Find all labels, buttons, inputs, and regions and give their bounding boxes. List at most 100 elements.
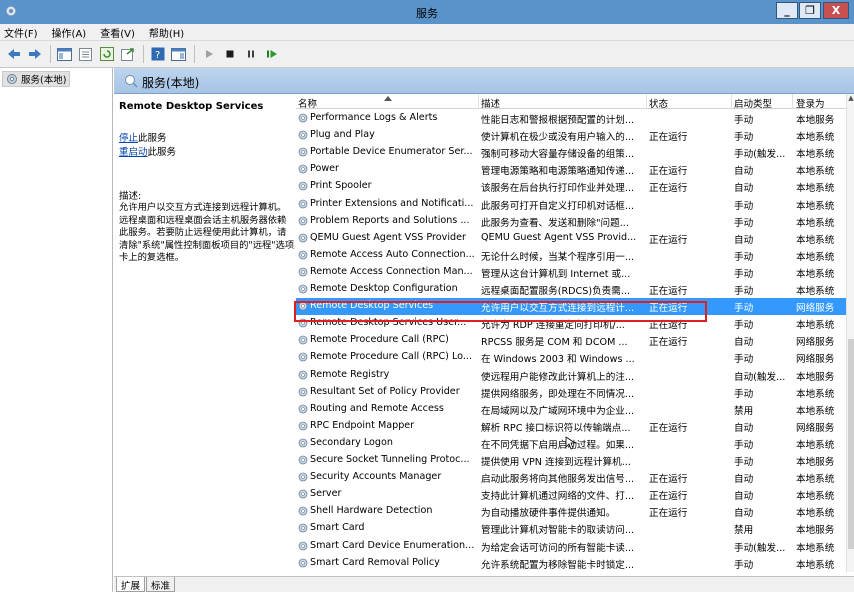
table-row[interactable]: Remote Procedure Call (RPC) Lo... 在 Windo…	[296, 349, 846, 366]
minimize-icon: _	[784, 4, 790, 17]
table-row[interactable]: Power 管理电源策略和电源策略通知传递... 正在运行 自动 本地系统	[296, 161, 846, 178]
cell-startup-type: 手动	[734, 251, 754, 263]
table-row[interactable]: QEMU Guest Agent VSS Provider QEMU Guest …	[296, 230, 846, 247]
cell-name: Problem Reports and Solutions ...	[310, 214, 470, 226]
help-button[interactable]: ?	[148, 45, 167, 64]
tab-extended[interactable]: 扩展	[116, 577, 146, 592]
back-arrow-icon	[7, 49, 20, 59]
gear-icon	[7, 74, 17, 84]
column-divider[interactable]	[646, 94, 647, 109]
table-row[interactable]: Print Spooler 该服务在后台执行打印作业并处理... 正在运行 自动 本地系…	[296, 178, 846, 195]
restart-service-button[interactable]	[262, 45, 281, 64]
cell-log-on-as: 本地系统	[796, 559, 835, 571]
restart-service-link[interactable]: 重启动	[119, 147, 148, 158]
table-row[interactable]: Smart Card 管理此计算机对智能卡的取读访问... 禁用 本地服务	[296, 520, 846, 537]
refresh-button[interactable]	[97, 45, 116, 64]
service-gear-icon	[298, 335, 308, 345]
cell-startup-type: 手动	[734, 268, 754, 280]
main-header: 服务(本地)	[114, 68, 854, 94]
forward-button[interactable]	[25, 45, 44, 64]
column-header-startup-type[interactable]: 启动类型	[734, 96, 772, 110]
tree-item-services-local[interactable]: 服务(本地)	[2, 71, 71, 87]
tab-standard[interactable]: 标准	[146, 577, 176, 592]
service-gear-icon	[298, 250, 308, 260]
table-row[interactable]: Smart Card Removal Policy 允许系统配置为移除智能卡时锁定…	[296, 555, 846, 572]
cell-startup-type: 手动	[734, 439, 754, 451]
description-label: 描述:	[119, 191, 142, 202]
cell-name: Remote Access Connection Man...	[310, 265, 473, 277]
table-row[interactable]: Remote Registry 使远程用户能修改此计算机上的注... 自动(触发..…	[296, 367, 846, 384]
close-button[interactable]: X	[823, 2, 849, 19]
toolbar-separator	[194, 45, 195, 63]
cell-name: Power	[310, 163, 340, 175]
maximize-button[interactable]: ❐	[799, 2, 821, 19]
cell-status: 正在运行	[649, 166, 688, 178]
stop-service-link[interactable]: 停止	[119, 133, 138, 144]
table-row[interactable]: Remote Procedure Call (RPC) RPCSS 服务是 COM…	[296, 332, 846, 349]
column-header-log-on-as[interactable]: 登录为	[796, 96, 825, 110]
table-row[interactable]: RPC Endpoint Mapper 解析 RPC 接口标识符以传输端点... 正…	[296, 418, 846, 435]
vertical-scrollbar[interactable]: ▲	[846, 94, 854, 572]
service-gear-icon	[298, 216, 308, 225]
table-row[interactable]: Secure Socket Tunneling Protoc... 提供使用 VP…	[296, 452, 846, 469]
svg-text:?: ?	[155, 50, 160, 61]
menu-file[interactable]: 文件(F)	[4, 25, 38, 40]
cell-description: 为自动播放硬件事件提供通知。	[481, 508, 616, 520]
back-button[interactable]	[4, 45, 23, 64]
pause-service-button[interactable]	[241, 45, 260, 64]
column-header-name[interactable]: 名称	[298, 96, 317, 110]
table-row[interactable]: Plug and Play 使计算机在极少或没有用户输入的... 正在运行 手动 本地系…	[296, 127, 846, 144]
cell-status: 正在运行	[649, 234, 688, 246]
stop-service-button[interactable]	[220, 45, 239, 64]
cell-description: 在局域网以及广域网环境中为企业...	[481, 405, 635, 417]
cell-startup-type: 手动	[734, 303, 754, 315]
table-row[interactable]: Security Accounts Manager 启动此服务将向其他服务发出信号…	[296, 469, 846, 486]
cell-name: Secondary Logon	[310, 436, 393, 448]
table-row[interactable]: Remote Access Auto Connection... 无论什么时候，当…	[296, 247, 846, 264]
cell-log-on-as: 本地系统	[796, 251, 835, 263]
table-row[interactable]: Server 支持此计算机通过网络的文件、打... 正在运行 自动 本地系统	[296, 486, 846, 503]
cell-description: 允许系统配置为移除智能卡时锁定...	[481, 559, 635, 571]
show-hide-console-tree-button[interactable]	[55, 45, 74, 64]
properties-view-button[interactable]	[76, 45, 95, 64]
menu-help[interactable]: 帮助(H)	[149, 25, 184, 40]
description-pane: Remote Desktop Services 停止此服务 重启动此服务 描述:…	[114, 94, 296, 572]
cell-description: 此服务可打开自定义打印机对话框...	[481, 200, 635, 212]
table-row[interactable]: Performance Logs & Alerts 性能日志和警报根据预配置的计划…	[296, 110, 846, 127]
cell-startup-type: 手动(触发...	[734, 542, 786, 554]
table-row[interactable]: Remote Desktop Configuration 远程桌面配置服务(RDC…	[296, 281, 846, 298]
table-row[interactable]: Smart Card Device Enumeration... 为给定会话可访问…	[296, 538, 846, 555]
cell-startup-type: 自动	[734, 183, 754, 195]
restart-service-text: 此服务	[147, 147, 177, 158]
column-divider[interactable]	[792, 94, 793, 109]
column-divider[interactable]	[731, 94, 732, 109]
start-service-button[interactable]	[199, 45, 218, 64]
export-list-button[interactable]	[118, 45, 137, 64]
service-gear-icon	[298, 472, 308, 482]
menu-view[interactable]: 查看(V)	[100, 25, 135, 40]
cell-status: 正在运行	[649, 132, 688, 144]
table-row[interactable]: Shell Hardware Detection 为自动播放硬件事件提供通知。 正在…	[296, 503, 846, 520]
minimize-button[interactable]: _	[776, 2, 798, 19]
table-row[interactable]: Printer Extensions and Notificati... 此服务可…	[296, 196, 846, 213]
cell-log-on-as: 本地系统	[796, 234, 835, 246]
table-row[interactable]: Problem Reports and Solutions ... 此服务为查看、…	[296, 213, 846, 230]
table-row[interactable]: Resultant Set of Policy Provider 提供网络服务，即…	[296, 384, 846, 401]
column-divider[interactable]	[478, 94, 479, 109]
cell-name: Remote Procedure Call (RPC) Lo...	[310, 351, 472, 363]
column-header-description[interactable]: 描述	[481, 96, 500, 110]
table-row[interactable]: Routing and Remote Access 在局域网以及广域网环境中为企业…	[296, 401, 846, 418]
scroll-up-arrow-icon[interactable]: ▲	[847, 94, 854, 104]
cell-log-on-as: 本地服务	[796, 115, 835, 126]
restart-icon	[266, 50, 277, 58]
cell-name: Printer Extensions and Notificati...	[310, 197, 474, 209]
show-action-pane-button[interactable]	[169, 45, 188, 64]
scrollbar-thumb[interactable]	[848, 339, 854, 549]
close-icon: X	[831, 4, 841, 17]
column-header-status[interactable]: 状态	[649, 96, 668, 110]
restart-service-link-line: 重启动此服务	[119, 144, 176, 158]
table-row[interactable]: Portable Device Enumerator Ser... 强制可移动大容…	[296, 144, 846, 161]
table-row[interactable]: Remote Access Connection Man... 管理从这台计算机到…	[296, 264, 846, 281]
menu-action[interactable]: 操作(A)	[52, 25, 87, 40]
cell-description: 无论什么时候，当某个程序引用一...	[481, 251, 635, 263]
